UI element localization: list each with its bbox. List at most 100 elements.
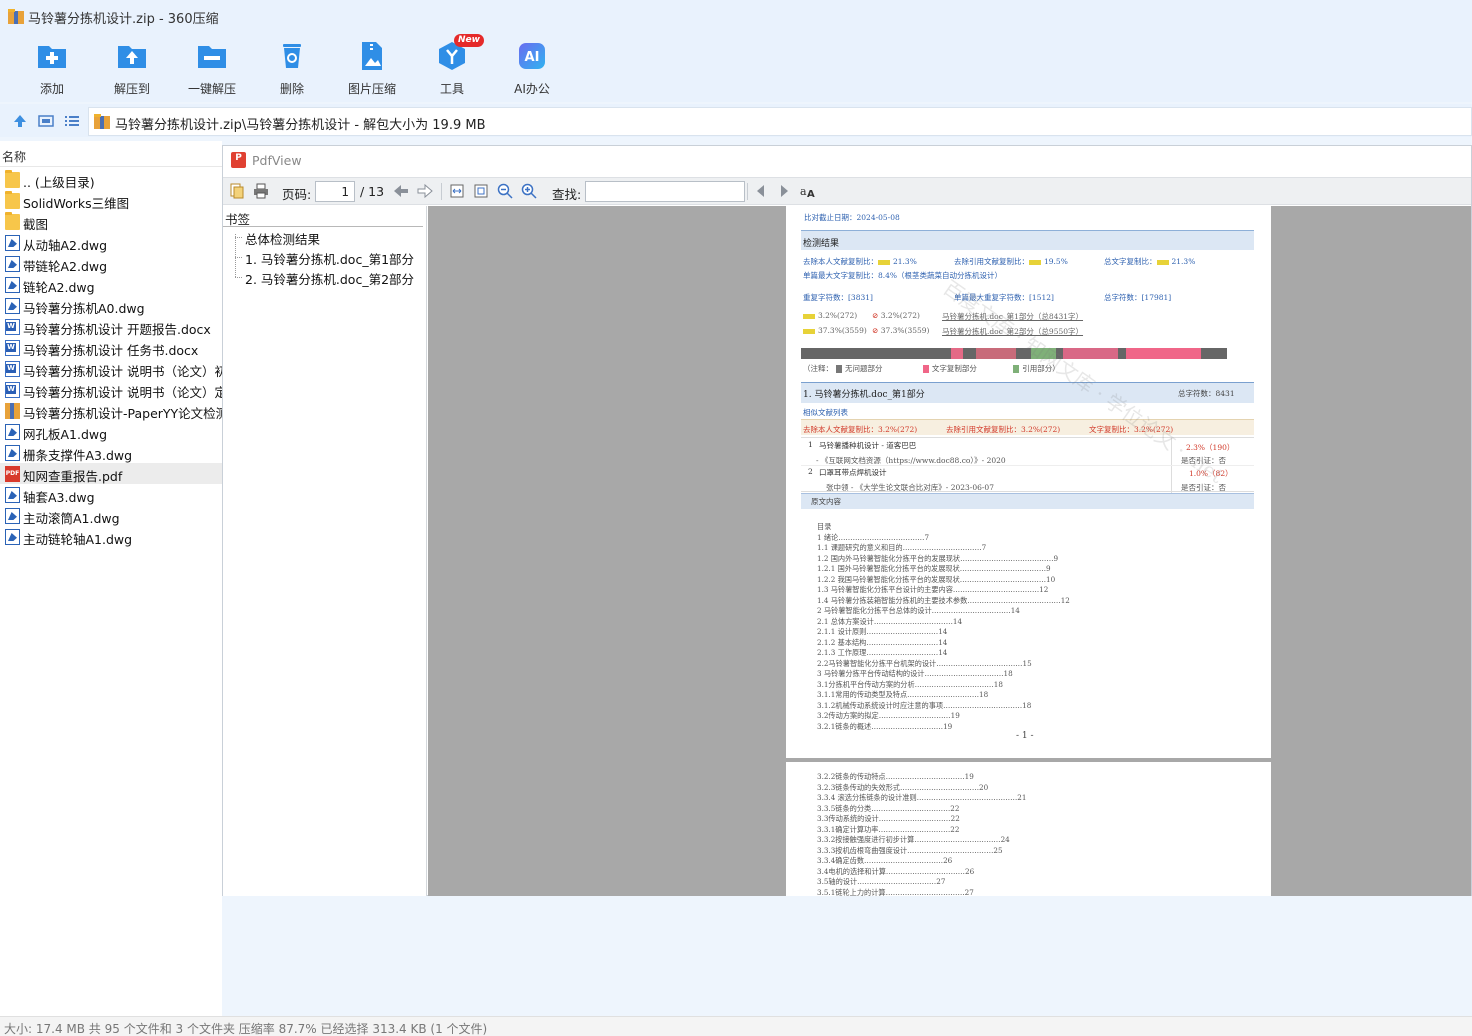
toc-line: 3.5轴的设计……………………………27 [817, 877, 946, 886]
file-name: 网孔板A1.dwg [23, 427, 108, 442]
fit-width-icon[interactable] [449, 183, 465, 199]
bookmark-overall-result[interactable]: 总体检测结果 [245, 229, 320, 248]
dwg-file-icon [5, 445, 20, 461]
find-next-icon[interactable] [776, 183, 792, 199]
column-header-name[interactable]: 名称 [0, 141, 222, 167]
title-bar: 马铃薯分拣机设计.zip - 360压缩 [0, 0, 1472, 34]
bookmarks-panel: 书签 总体检测结果 1. 马铃薯分拣机.doc_第1部分 2. 马铃薯分拣机.d… [223, 206, 427, 896]
file-name: 链轮A2.dwg [23, 280, 95, 295]
ref-2-title[interactable]: 口罩耳带点焊机设计 [819, 467, 887, 478]
file-name: 主动链轮轴A1.dwg [23, 532, 133, 547]
ai-office-icon: AI [519, 43, 545, 69]
pdf-viewer-window: PdfView 页码: 1 / 13 查找: aA 书签 总体检测结果 1. 马… [222, 145, 1472, 896]
file-name: 马铃薯分拣机设计 说明书（论文）定稿 [23, 385, 222, 400]
delete-button[interactable]: 删除 [252, 38, 332, 98]
find-previous-icon[interactable] [753, 183, 769, 199]
toolbar-separator [441, 183, 442, 200]
file-name: 马铃薯分拣机设计 说明书（论文）初稿 [23, 364, 222, 379]
toc-line: 2.1.1 设计原则…………………………14 [817, 627, 948, 636]
file-row[interactable]: 带链轮A2.dwg [0, 253, 222, 274]
legend-note: （注释： 无问题部分 文字复制部分 引用部分） [803, 364, 1060, 373]
tree-branch [235, 257, 242, 258]
stat-2: 去除引用文献复制比： 19.5% [954, 257, 1068, 266]
extract-to-button[interactable]: 解压到 [92, 38, 172, 98]
toc-line: 目录 [817, 522, 832, 531]
dup-chars: 重复字符数：[3831] [803, 293, 873, 302]
part-row-2-b: ⊘ 37.3%(3559) [872, 326, 930, 335]
tools-button[interactable]: New 工具 [412, 34, 492, 98]
ref-2-cite: 是否引证：否 [1181, 483, 1226, 492]
dwg-file-icon [5, 277, 20, 293]
pdf-document-area[interactable]: 比对截止日期：2024-05-08 检测结果 去除本人文献复制比： 21.3% 去… [428, 206, 1471, 896]
find-input[interactable] [585, 181, 745, 202]
toc-line: 3.1分拣机平台传动方案的分析……………………………18 [817, 679, 1003, 689]
dwg-file-icon [5, 256, 20, 272]
file-row[interactable]: 链轮A2.dwg [0, 274, 222, 295]
delete-icon [283, 44, 301, 68]
thumbnail-view-icon[interactable] [38, 113, 54, 129]
pdf-page-2: 3.2.2链条的传动特点……………………………19 3.2.3链条传动的失效形式…… [786, 762, 1271, 896]
previous-page-icon[interactable] [393, 183, 409, 199]
ref-1-title[interactable]: 马铃薯播种机设计 - 道客巴巴 [819, 440, 916, 451]
file-row[interactable]: 主动滚筒A1.dwg [0, 505, 222, 526]
next-page-icon[interactable] [417, 183, 433, 199]
file-row[interactable]: 栅条支撑件A3.dwg [0, 442, 222, 463]
toc-line: 3 马铃薯分拣平台传动结构的设计……………………………18 [817, 669, 1013, 678]
file-row[interactable]: 轴套A3.dwg [0, 484, 222, 505]
one-click-extract-button[interactable]: 一键解压 [172, 38, 252, 98]
file-row[interactable]: 知网查重报告.pdf [0, 463, 222, 484]
part-1-stat-2: 去除引用文献复制比：3.2%(272) [946, 425, 1061, 434]
file-row[interactable]: 马铃薯分拣机A0.dwg [0, 295, 222, 316]
ref-2-index: 2 [808, 467, 813, 476]
file-row[interactable]: 马铃薯分拣机设计 说明书（论文）初稿 [0, 358, 222, 379]
up-level-icon[interactable] [12, 113, 28, 129]
list-view-icon[interactable] [64, 113, 80, 129]
file-row[interactable]: 马铃薯分拣机设计 说明书（论文）定稿 [0, 379, 222, 400]
toc-line: 1.4 马铃薯分拣装箱智能分拣机的主要技术参数…………………………………12 [817, 595, 1070, 605]
toc-line: 3.3.5链条的分类……………………………22 [817, 803, 960, 813]
image-compress-icon [362, 42, 382, 70]
dwg-file-icon [5, 529, 20, 545]
zoom-in-icon[interactable] [521, 183, 537, 199]
image-compress-button[interactable]: 图片压缩 [332, 38, 412, 98]
add-button[interactable]: 添加 [12, 38, 92, 98]
one-click-extract-icon [198, 46, 226, 68]
page-number-input[interactable]: 1 [315, 181, 355, 202]
file-name: 马铃薯分拣机设计 任务书.docx [23, 343, 199, 358]
page-label: 页码: [282, 187, 312, 202]
part-row-1: 3.2%(272) [803, 311, 857, 320]
file-row[interactable]: 主动链轮轴A1.dwg [0, 526, 222, 547]
toc-line: 3.3传动系统的设计…………………………22 [817, 814, 960, 823]
zoom-out-icon[interactable] [497, 183, 513, 199]
open-file-icon[interactable] [229, 183, 245, 199]
fit-page-icon[interactable] [473, 183, 489, 199]
folder-row[interactable]: .. (上级目录) [0, 169, 222, 190]
file-row[interactable]: 马铃薯分拣机设计-PaperYY论文检测报告 [0, 400, 222, 421]
address-path-field[interactable]: 马铃薯分拣机设计.zip\马铃薯分拣机设计 - 解包大小为 19.9 MB [88, 107, 1472, 136]
toc-line: 2.1.3 工作原理…………………………14 [817, 648, 948, 657]
toc-line: 1.1 课题研究的意义和目的……………………………7 [817, 543, 987, 552]
toc-line: 2.1 总体方案设计……………………………14 [817, 616, 963, 626]
toc-line: 1.2.1 国外马铃薯智能化分拣平台的发展现状………………………………9 [817, 564, 1051, 573]
section-bar [801, 230, 1254, 250]
main-toolbar: 添加 解压到 一键解压 删除 图片压缩 New 工具 AI AI办公 [0, 34, 1472, 102]
bookmark-part-2[interactable]: 2. 马铃薯分拣机.doc_第2部分 [245, 269, 414, 288]
file-name: .. (上级目录) [23, 175, 95, 190]
file-row[interactable]: 马铃薯分拣机设计 任务书.docx [0, 337, 222, 358]
pdf-file-icon [5, 466, 20, 482]
toc-line: 1.2.2 我国马铃薯智能化分拣平台的发展现状………………………………10 [817, 574, 1056, 584]
find-options-icon[interactable]: aA [799, 183, 815, 199]
file-row[interactable]: 马铃薯分拣机设计 开题报告.docx [0, 316, 222, 337]
zip-archive-icon [94, 114, 110, 129]
ai-office-button[interactable]: AI AI办公 [492, 38, 572, 98]
bookmark-part-1[interactable]: 1. 马铃薯分拣机.doc_第1部分 [245, 249, 414, 268]
file-row[interactable]: 从动轴A2.dwg [0, 232, 222, 253]
file-name: 从动轴A2.dwg [23, 238, 108, 253]
print-icon[interactable] [253, 183, 269, 199]
toc-line: 3.4电机的选择和计算……………………………26 [817, 866, 975, 876]
toc-line: 3.1.2机械传动系统设计时应注意的事项……………………………18 [817, 700, 1032, 710]
folder-row[interactable]: 截图 [0, 211, 222, 232]
section-title: 检测结果 [803, 239, 840, 249]
file-row[interactable]: 网孔板A1.dwg [0, 421, 222, 442]
folder-row[interactable]: SolidWorks三维图 [0, 190, 222, 211]
